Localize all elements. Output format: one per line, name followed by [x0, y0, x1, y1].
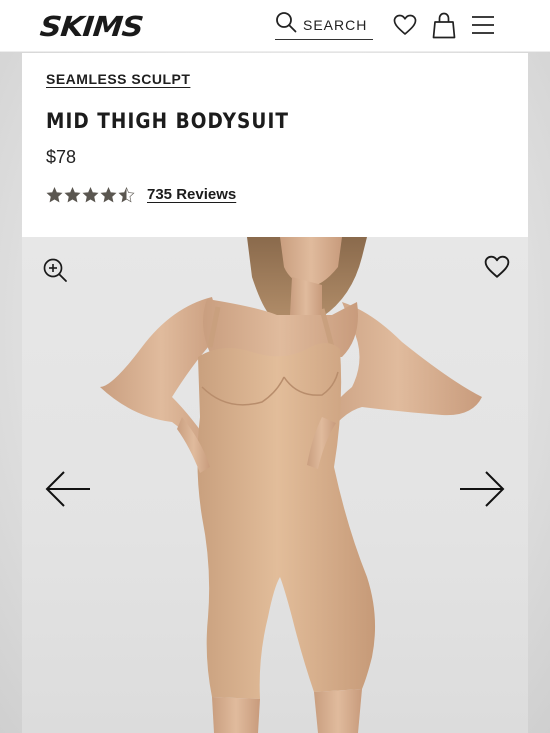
- star-icon: [46, 186, 63, 202]
- product-price: $78: [46, 147, 77, 167]
- top-nav-bar: SKIMS SEARCH: [0, 0, 550, 52]
- star-icon: [82, 186, 99, 202]
- shopping-bag-icon[interactable]: [432, 12, 456, 44]
- menu-icon[interactable]: [471, 15, 495, 40]
- search-label: SEARCH: [303, 16, 368, 33]
- reviews-link[interactable]: 735 Reviews: [147, 186, 236, 203]
- heart-icon[interactable]: [484, 255, 510, 284]
- arrow-left-icon[interactable]: [44, 469, 92, 514]
- brand-logo[interactable]: SKIMS: [38, 11, 144, 43]
- arrow-right-icon[interactable]: [458, 469, 506, 514]
- collection-link[interactable]: SEAMLESS SCULPT: [46, 71, 190, 87]
- wishlist-heart-icon[interactable]: [393, 14, 417, 41]
- zoom-in-icon[interactable]: [42, 257, 68, 288]
- rating-row: 735 Reviews: [46, 186, 236, 203]
- search-icon: [275, 11, 297, 38]
- star-icon: [118, 186, 135, 202]
- star-icon: [64, 186, 81, 202]
- product-photo: [100, 237, 482, 733]
- search-field[interactable]: SEARCH: [275, 10, 373, 40]
- product-image-gallery[interactable]: [22, 237, 528, 733]
- star-icon: [100, 186, 117, 202]
- star-rating: [46, 186, 135, 203]
- product-info-card: SEAMLESS SCULPT MID THIGH BODYSUIT $78 7…: [22, 53, 528, 237]
- product-title: MID THIGH BODYSUIT: [46, 109, 290, 133]
